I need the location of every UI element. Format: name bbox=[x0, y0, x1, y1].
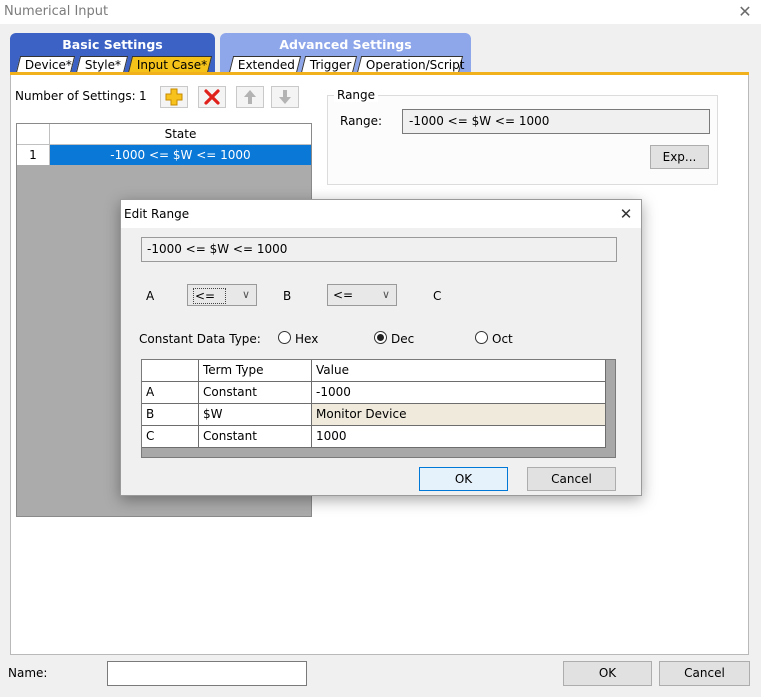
tab-group-label: Basic Settings bbox=[62, 37, 163, 52]
name-label: Name: bbox=[8, 666, 48, 680]
operator-1-select[interactable]: <= ∨ bbox=[187, 284, 257, 306]
delete-icon bbox=[204, 89, 220, 105]
delete-setting-button[interactable] bbox=[198, 86, 226, 108]
edit-range-dialog: Edit Range ✕ -1000 <= $W <= 1000 A <= ∨ … bbox=[120, 199, 642, 496]
window-title: Numerical Input bbox=[4, 4, 109, 19]
dialog-title: Edit Range bbox=[124, 207, 190, 221]
table-row-id: C bbox=[142, 426, 199, 448]
range-field[interactable]: -1000 <= $W <= 1000 bbox=[402, 109, 710, 134]
table-row-id: B bbox=[142, 404, 199, 426]
expression-field[interactable]: -1000 <= $W <= 1000 bbox=[141, 237, 617, 262]
add-setting-button[interactable] bbox=[160, 86, 188, 108]
table-cell-term[interactable]: $W bbox=[199, 404, 312, 426]
oct-radio[interactable] bbox=[475, 331, 488, 344]
range-label: Range: bbox=[340, 114, 383, 128]
tab-device[interactable]: Device* bbox=[15, 56, 76, 73]
column-header-value: Value bbox=[312, 360, 606, 382]
hex-radio-label: Hex bbox=[295, 332, 319, 346]
ok-button[interactable]: OK bbox=[563, 661, 652, 686]
column-header-term-type: Term Type bbox=[199, 360, 312, 382]
constant-type-label: Constant Data Type: bbox=[139, 332, 261, 346]
tab-style[interactable]: Style* bbox=[75, 56, 129, 73]
chevron-down-icon: ∨ bbox=[381, 288, 390, 301]
range-group-title: Range bbox=[334, 88, 379, 102]
tab-group-label: Advanced Settings bbox=[279, 37, 412, 52]
grid-header-state: State bbox=[50, 124, 311, 145]
operator-2-select[interactable]: <= ∨ bbox=[327, 284, 397, 306]
move-up-button[interactable] bbox=[236, 86, 264, 108]
move-down-button[interactable] bbox=[271, 86, 299, 108]
name-input[interactable] bbox=[107, 661, 307, 686]
move-down-icon bbox=[279, 90, 291, 104]
table-cell-term[interactable]: Constant bbox=[199, 382, 312, 404]
cancel-button[interactable]: Cancel bbox=[659, 661, 750, 686]
term-c-label: C bbox=[433, 289, 442, 303]
chevron-down-icon: ∨ bbox=[241, 288, 250, 301]
add-icon bbox=[165, 88, 183, 106]
dialog-close-icon[interactable]: ✕ bbox=[615, 202, 637, 226]
hex-radio[interactable] bbox=[278, 331, 291, 344]
operator-2-value: <= bbox=[333, 288, 354, 302]
table-row-id: A bbox=[142, 382, 199, 404]
settings-count-label: Number of Settings: bbox=[15, 89, 136, 103]
grid-corner bbox=[17, 124, 50, 145]
table-cell-value[interactable]: 1000 bbox=[312, 426, 606, 448]
move-up-icon bbox=[244, 90, 256, 104]
dialog-ok-button[interactable]: OK bbox=[419, 467, 508, 491]
tab-extended[interactable]: Extended bbox=[228, 56, 302, 73]
window-titlebar bbox=[0, 0, 761, 24]
table-cell-term[interactable]: Constant bbox=[199, 426, 312, 448]
table-cell-value[interactable]: -1000 bbox=[312, 382, 606, 404]
window-close-icon[interactable]: ✕ bbox=[734, 0, 756, 24]
tab-trigger[interactable]: Trigger bbox=[300, 56, 358, 73]
oct-radio-label: Oct bbox=[492, 332, 513, 346]
tab-operation-script[interactable]: Operation/Script bbox=[356, 56, 464, 73]
dialog-cancel-button[interactable]: Cancel bbox=[527, 467, 616, 491]
term-b-label: B bbox=[283, 289, 292, 303]
exp-button[interactable]: Exp... bbox=[650, 145, 709, 169]
dec-radio[interactable] bbox=[374, 331, 387, 344]
term-a-label: A bbox=[146, 289, 155, 303]
terms-table: Term Type Value A Constant -1000 B $W Mo… bbox=[141, 359, 616, 458]
dec-radio-label: Dec bbox=[391, 332, 415, 346]
terms-table-corner bbox=[142, 360, 199, 382]
tab-input-case[interactable]: Input Case* bbox=[127, 56, 213, 73]
table-cell-value[interactable]: Monitor Device bbox=[312, 404, 606, 426]
grid-row-state-selected[interactable]: -1000 <= $W <= 1000 bbox=[50, 145, 311, 165]
grid-row-number[interactable]: 1 bbox=[17, 145, 50, 165]
operator-1-value: <= bbox=[193, 288, 227, 304]
dialog-titlebar bbox=[121, 200, 641, 228]
settings-count-value: 1 bbox=[139, 89, 147, 103]
